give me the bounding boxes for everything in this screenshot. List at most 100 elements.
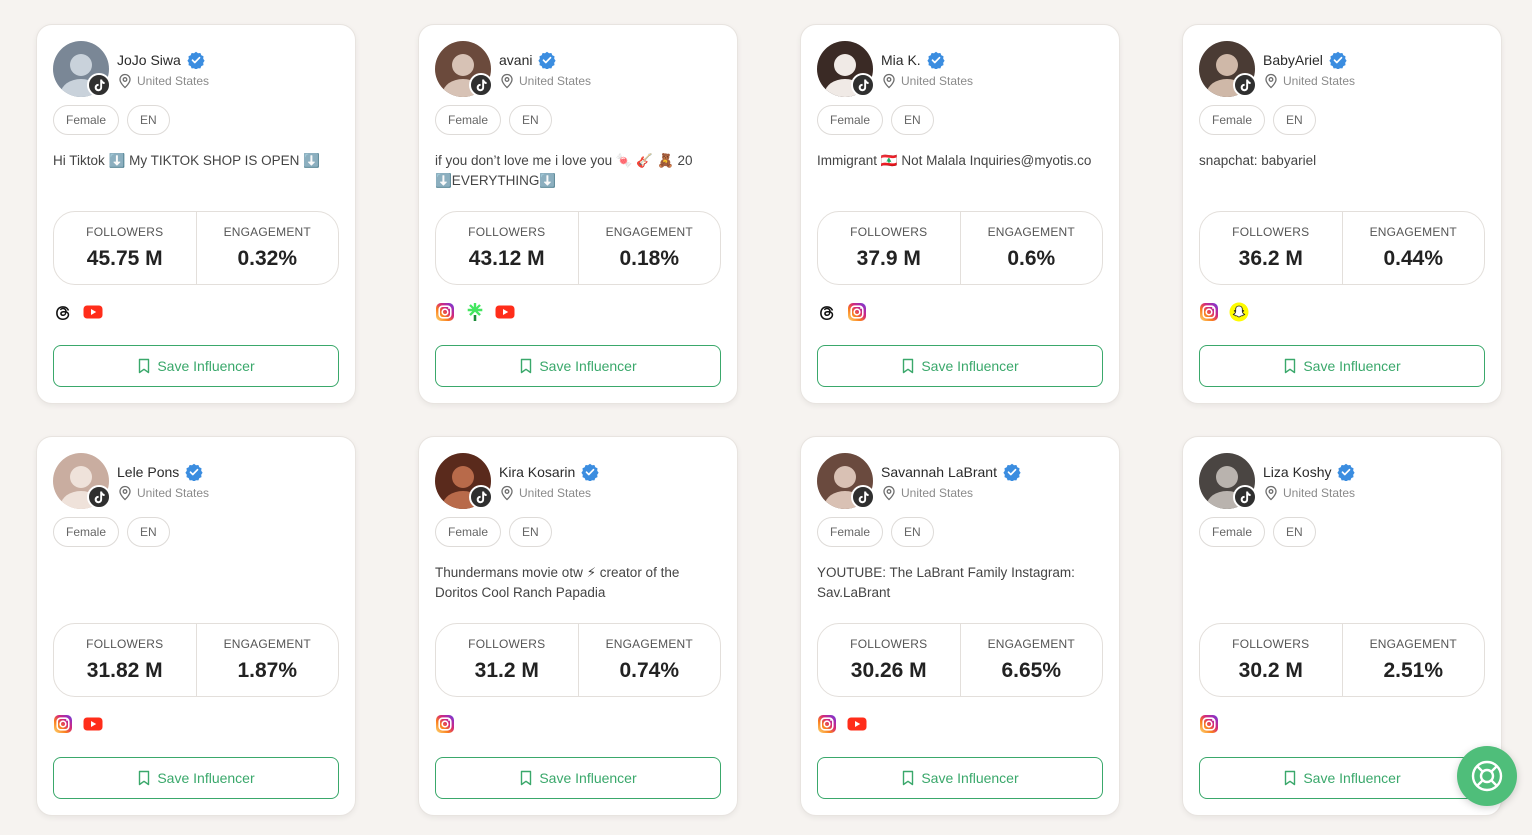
bio-text: snapchat: babyariel <box>1199 153 1317 168</box>
avatar-wrap[interactable] <box>817 41 875 97</box>
save-influencer-button[interactable]: Save Influencer <box>1199 757 1485 799</box>
engagement-value: 0.6% <box>1007 247 1056 270</box>
location-pin-icon <box>883 485 895 501</box>
threads-icon[interactable] <box>53 302 73 322</box>
influencer-card[interactable]: Liza Koshy United States Female EN FOLLO… <box>1182 436 1502 816</box>
instagram-icon[interactable] <box>435 714 455 734</box>
followers-label: FOLLOWERS <box>468 225 546 239</box>
youtube-icon[interactable] <box>83 302 103 322</box>
threads-icon[interactable] <box>817 302 837 322</box>
stats-box: FOLLOWERS 37.9 M ENGAGEMENT 0.6% <box>817 211 1103 285</box>
followers-value: 31.2 M <box>474 659 539 682</box>
followers-stat: FOLLOWERS 36.2 M <box>1200 212 1342 284</box>
gender-tag: Female <box>435 517 502 547</box>
influencer-card[interactable]: Kira Kosarin United States Female EN Thu… <box>418 436 738 816</box>
location-text: United States <box>137 486 210 500</box>
instagram-icon[interactable] <box>817 714 837 734</box>
language-tag: EN <box>509 105 552 135</box>
lifebuoy-icon <box>1471 760 1503 792</box>
bio-text: if you don’t love me i love you 🍬 🎸 🧸 20… <box>435 153 693 188</box>
influencer-card[interactable]: BabyAriel United States Female EN snapch… <box>1182 24 1502 404</box>
bookmark-icon <box>521 358 532 374</box>
instagram-icon[interactable] <box>1199 302 1219 322</box>
instagram-icon[interactable] <box>53 714 73 734</box>
engagement-stat: ENGAGEMENT 2.51% <box>1341 624 1485 696</box>
bookmark-icon <box>139 770 150 786</box>
influencer-name[interactable]: BabyAriel <box>1263 52 1323 68</box>
avatar-wrap[interactable] <box>435 453 493 509</box>
save-button-label: Save Influencer <box>921 770 1019 786</box>
followers-stat: FOLLOWERS 30.2 M <box>1200 624 1342 696</box>
followers-value: 30.2 M <box>1238 659 1303 682</box>
social-links <box>1199 301 1485 323</box>
influencer-card[interactable]: Savannah LaBrant United States Female EN… <box>800 436 1120 816</box>
linktree-icon[interactable] <box>465 302 485 322</box>
stats-box: FOLLOWERS 45.75 M ENGAGEMENT 0.32% <box>53 211 339 285</box>
engagement-value: 2.51% <box>1383 659 1444 682</box>
engagement-label: ENGAGEMENT <box>605 637 693 651</box>
followers-stat: FOLLOWERS 45.75 M <box>54 212 196 284</box>
stats-box: FOLLOWERS 31.2 M ENGAGEMENT 0.74% <box>435 623 721 697</box>
location-pin-icon <box>119 73 131 89</box>
avatar-wrap[interactable] <box>53 453 111 509</box>
engagement-value: 0.44% <box>1383 247 1444 270</box>
snapchat-icon[interactable] <box>1229 302 1249 322</box>
help-lifebuoy-button[interactable] <box>1457 746 1517 806</box>
social-links <box>435 301 721 323</box>
followers-label: FOLLOWERS <box>86 225 164 239</box>
verified-badge-icon <box>185 463 203 481</box>
social-links <box>53 713 339 735</box>
avatar-wrap[interactable] <box>1199 41 1257 97</box>
verified-badge-icon <box>187 51 205 69</box>
save-influencer-button[interactable]: Save Influencer <box>53 757 339 799</box>
influencer-card[interactable]: avani United States Female EN if you don… <box>418 24 738 404</box>
influencer-card[interactable]: JoJo Siwa United States Female EN Hi Tik… <box>36 24 356 404</box>
bio-text <box>53 563 338 619</box>
followers-label: FOLLOWERS <box>850 637 928 651</box>
influencer-name[interactable]: Mia K. <box>881 52 921 68</box>
stats-box: FOLLOWERS 30.2 M ENGAGEMENT 2.51% <box>1199 623 1485 697</box>
influencer-card[interactable]: Lele Pons United States Female EN FOLLOW… <box>36 436 356 816</box>
tag-list: Female EN <box>435 105 721 137</box>
engagement-value: 1.87% <box>237 659 298 682</box>
save-influencer-button[interactable]: Save Influencer <box>53 345 339 387</box>
location-text: United States <box>1283 486 1356 500</box>
avatar-wrap[interactable] <box>53 41 111 97</box>
instagram-icon[interactable] <box>435 302 455 322</box>
followers-label: FOLLOWERS <box>1232 225 1310 239</box>
youtube-icon[interactable] <box>83 714 103 734</box>
youtube-icon[interactable] <box>847 714 867 734</box>
bookmark-icon <box>1285 770 1296 786</box>
save-influencer-button[interactable]: Save Influencer <box>435 757 721 799</box>
avatar-wrap[interactable] <box>1199 453 1257 509</box>
avatar-wrap[interactable] <box>435 41 493 97</box>
avatar-wrap[interactable] <box>817 453 875 509</box>
tiktok-icon <box>851 73 875 97</box>
save-influencer-button[interactable]: Save Influencer <box>817 757 1103 799</box>
verified-badge-icon <box>538 51 557 69</box>
influencer-name[interactable]: Lele Pons <box>117 464 179 480</box>
influencer-name[interactable]: Kira Kosarin <box>499 464 575 480</box>
save-influencer-button[interactable]: Save Influencer <box>1199 345 1485 387</box>
card-header: BabyAriel United States <box>1199 41 1485 97</box>
followers-value: 31.82 M <box>86 659 163 682</box>
bookmark-icon <box>903 770 914 786</box>
gender-tag: Female <box>435 105 502 135</box>
influencer-name[interactable]: Savannah LaBrant <box>881 464 997 480</box>
save-influencer-button[interactable]: Save Influencer <box>817 345 1103 387</box>
location-text: United States <box>1283 74 1356 88</box>
instagram-icon[interactable] <box>1199 714 1219 734</box>
social-links <box>53 301 339 323</box>
youtube-icon[interactable] <box>495 302 515 322</box>
influencer-name[interactable]: Liza Koshy <box>1263 464 1331 480</box>
followers-stat: FOLLOWERS 37.9 M <box>818 212 960 284</box>
language-tag: EN <box>509 517 552 547</box>
save-influencer-button[interactable]: Save Influencer <box>435 345 721 387</box>
stats-box: FOLLOWERS 43.12 M ENGAGEMENT 0.18% <box>435 211 721 285</box>
location-text: United States <box>901 74 974 88</box>
influencer-name[interactable]: JoJo Siwa <box>117 52 181 68</box>
influencer-name[interactable]: avani <box>499 52 532 68</box>
instagram-icon[interactable] <box>847 302 867 322</box>
gender-tag: Female <box>1199 105 1266 135</box>
influencer-card[interactable]: Mia K. United States Female EN Immigrant… <box>800 24 1120 404</box>
